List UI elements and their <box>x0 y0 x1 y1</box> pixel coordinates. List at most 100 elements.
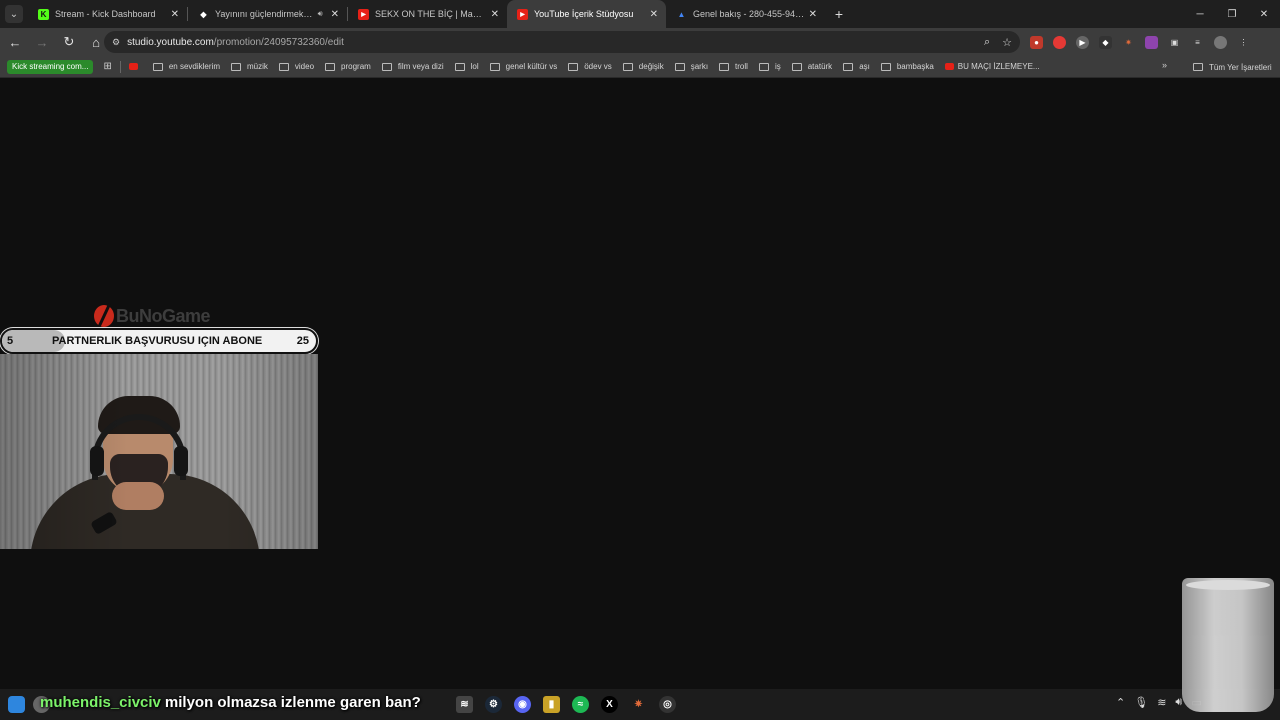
reload-icon[interactable]: ↻ <box>57 30 81 54</box>
microphone-icon[interactable]: 🎙︎ <box>1134 696 1148 709</box>
forward-arrow-icon[interactable]: → <box>30 30 54 54</box>
close-icon[interactable]: ✕ <box>809 9 817 20</box>
profile-avatar[interactable] <box>1214 35 1227 49</box>
bookmark-label: değişik <box>638 62 664 71</box>
bookmark-folder[interactable]: program <box>325 62 371 71</box>
adblock-extension-icon[interactable]: ● <box>1030 35 1043 49</box>
address-bar[interactable]: ⚙ studio.youtube.com/promotion/240957323… <box>104 31 1020 53</box>
new-tab-button[interactable]: + <box>825 0 853 28</box>
bookmark-folder[interactable]: aşı <box>843 62 870 71</box>
extensions-row: ● ▶ ◆ ✷ ▣ ≡ ⋮ <box>1030 28 1250 56</box>
diamond-icon: ◆ <box>200 9 207 19</box>
folder-icon <box>791 62 802 71</box>
bookmark-youtube[interactable] <box>128 63 142 70</box>
bookmark-folder[interactable]: lol <box>454 62 479 71</box>
tab-google-ads[interactable]: ▲ Genel bakış - 280-455-9452 - G ✕ <box>666 0 825 28</box>
more-bookmarks-chevron-icon[interactable]: » <box>1162 60 1167 70</box>
discord-icon[interactable]: ◉ <box>514 696 531 713</box>
obs-icon[interactable]: ◎ <box>659 696 676 713</box>
chevron-up-icon[interactable]: ⌃ <box>1116 696 1125 709</box>
play-extension-icon[interactable]: ▶ <box>1076 35 1089 49</box>
speaker-icon[interactable]: 🔊︎ <box>318 9 323 19</box>
wifi-icon[interactable]: ≋ <box>1157 696 1166 709</box>
bookmark-folder[interactable]: genel kültür vs <box>489 62 557 71</box>
subscriber-goal-bar: 5 PARTNERLIK BAŞVURUSU IÇIN ABONE 25 <box>0 328 318 354</box>
bookmark-folder[interactable]: bambaşka <box>880 62 934 71</box>
site-info-icon[interactable]: ⚙ <box>112 37 120 48</box>
close-window-icon[interactable]: ✕ <box>1248 0 1280 28</box>
volume-icon[interactable]: 🔊︎ <box>1175 696 1182 709</box>
google-ads-icon: ▲ <box>677 9 686 19</box>
folder-icon <box>1193 63 1203 71</box>
tab-title: SEKX ON THE BİÇ | Madara Old <box>375 9 487 19</box>
extensions-puzzle-icon[interactable]: ▣ <box>1168 36 1181 49</box>
steam-icon[interactable]: ⚙ <box>485 696 502 713</box>
taskbar: muhendis_civciv milyon olmazsa izlenme ga… <box>0 689 1280 720</box>
bookmark-folder[interactable]: şarkı <box>674 62 708 71</box>
bookmark-label: bambaşka <box>896 62 934 71</box>
media-control-icon[interactable]: ≡ <box>1191 36 1204 49</box>
bookmark-youtube-video[interactable]: BU MAÇI İZLEMEYE... <box>944 62 1040 71</box>
zoom-search-icon[interactable]: ⌕ <box>984 36 990 49</box>
folder-icon <box>231 62 241 71</box>
restore-icon[interactable]: ❐ <box>1216 0 1248 28</box>
bookmark-label: ödev vs <box>584 62 612 71</box>
tab-sekx[interactable]: ▶ SEKX ON THE BİÇ | Madara Old ✕ <box>348 0 507 28</box>
purple-extension-icon[interactable] <box>1145 35 1158 49</box>
youtube-icon <box>944 63 954 70</box>
red-extension-icon[interactable] <box>1053 35 1066 49</box>
bookmark-folder[interactable]: müzik <box>231 62 268 71</box>
x-icon[interactable]: X <box>601 696 618 713</box>
star-extension-icon[interactable]: ✷ <box>1122 36 1135 49</box>
bookmark-folder[interactable]: atatürk <box>791 62 833 71</box>
bookmark-label: atatürk <box>807 62 833 71</box>
all-bookmarks[interactable]: Tüm Yer İşaretleri <box>1193 56 1272 78</box>
bookmark-label: Tüm Yer İşaretleri <box>1209 62 1272 72</box>
bookmark-folder[interactable]: ödev vs <box>568 62 612 71</box>
logo-text: BuNoGame <box>116 305 211 326</box>
close-icon[interactable]: ✕ <box>491 9 499 20</box>
bar-chart-app-icon[interactable]: ▮ <box>543 696 560 713</box>
close-icon[interactable]: ✕ <box>331 9 339 20</box>
bookmark-star-icon[interactable]: ☆ <box>1002 36 1012 49</box>
goal-start-value: 5 <box>7 335 14 347</box>
network-app-icon[interactable]: ≋ <box>456 696 473 713</box>
folder-icon <box>381 62 392 71</box>
folder-icon <box>568 62 579 71</box>
diamond-extension-icon[interactable]: ◆ <box>1099 35 1112 49</box>
bookmark-folder[interactable]: troll <box>719 62 748 71</box>
youtube-icon: ▶ <box>358 8 369 20</box>
bookmark-folder[interactable]: video <box>278 62 314 71</box>
url-path: /promotion/24095732360/edit <box>213 36 344 48</box>
stream-logo: BuNoGame <box>94 305 211 327</box>
folder-icon <box>758 62 769 71</box>
folder-icon <box>454 62 465 71</box>
bookmark-folder[interactable]: film veya dizi <box>381 62 444 71</box>
close-icon[interactable]: ✕ <box>650 9 658 20</box>
widgets-icon[interactable] <box>8 696 25 713</box>
goal-end-value: 25 <box>296 335 309 347</box>
bookmark-folder[interactable]: en sevdiklerim <box>152 62 220 71</box>
tab-youtube-studio[interactable]: ▶ YouTube İçerik Stüdyosu ✕ <box>507 0 666 28</box>
tab-search-button[interactable]: ⌄ <box>0 0 28 28</box>
minimize-icon[interactable]: ─ <box>1184 0 1216 28</box>
tab-kick-dashboard[interactable]: K Stream - Kick Dashboard ✕ <box>28 0 187 28</box>
bookmarks-bar: Kick streaming com... ⊞ en sevdiklerim m… <box>0 56 1280 78</box>
bookmark-label: aşı <box>859 62 870 71</box>
bookmark-divider <box>119 60 121 73</box>
close-icon[interactable]: ✕ <box>171 9 179 20</box>
bookmark-folder[interactable]: iş <box>758 62 781 71</box>
back-arrow-icon[interactable]: ← <box>3 30 27 54</box>
tab-yayin[interactable]: ◆ Yayınını güçlendirmek için e 🔊︎ ✕ <box>188 0 347 28</box>
bookmark-kick[interactable]: Kick streaming com... <box>7 59 94 74</box>
chat-username: muhendis_civciv <box>40 694 161 711</box>
menu-dots-icon[interactable]: ⋮ <box>1237 36 1250 49</box>
glass-cup <box>1182 578 1274 712</box>
apps-grid-icon[interactable]: ⊞ <box>103 61 111 72</box>
burst-app-icon[interactable]: ✷ <box>630 696 647 713</box>
bookmark-label: troll <box>735 62 748 71</box>
spotify-icon[interactable]: ≈ <box>572 696 589 713</box>
browser-toolbar: ← → ↻ ⌂ ⚙ studio.youtube.com/promotion/2… <box>0 28 1280 56</box>
bookmark-folder[interactable]: değişik <box>622 62 664 71</box>
bookmark-label: Kick streaming com... <box>12 62 89 71</box>
